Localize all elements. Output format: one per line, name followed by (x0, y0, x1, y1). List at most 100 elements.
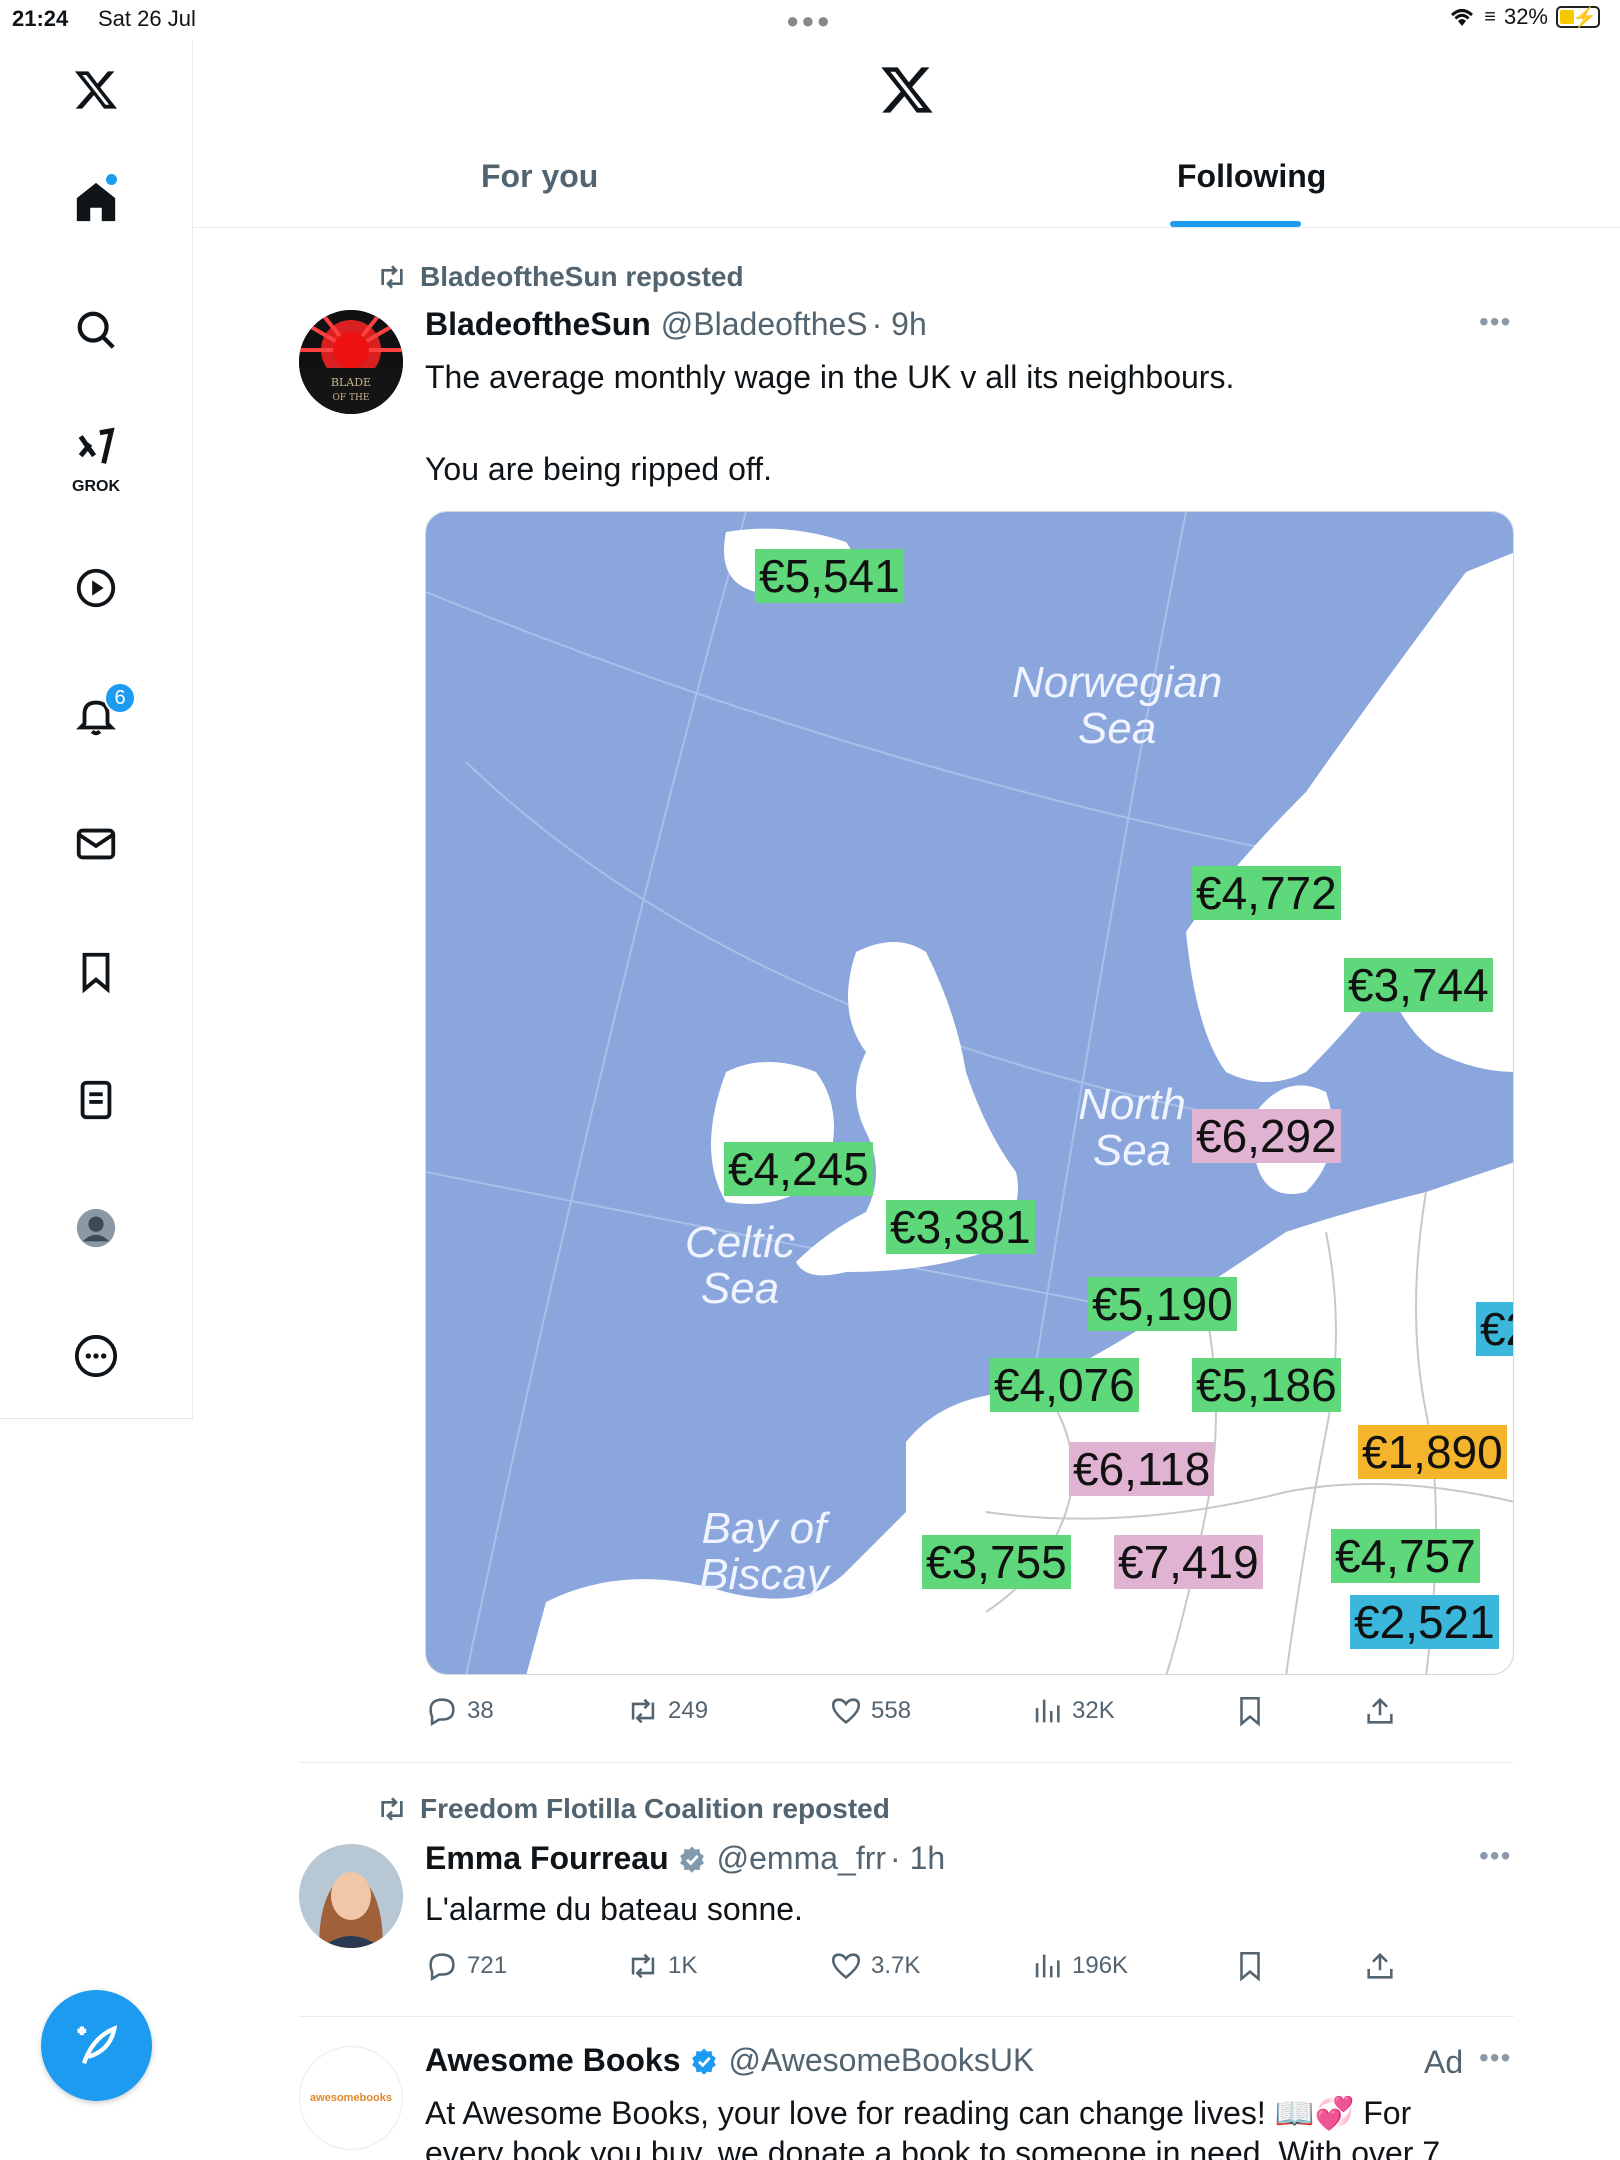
more-options-icon[interactable] (68, 1328, 124, 1384)
share-button[interactable] (1363, 1694, 1397, 1728)
wage-label-belgium: €4,076 (990, 1358, 1139, 1412)
tweet-header: Emma Fourreau @emma_frr · 1h (425, 1840, 945, 1877)
reply-icon (429, 1698, 455, 1727)
avatar[interactable] (299, 1844, 403, 1948)
views-button[interactable]: 196K (1030, 1949, 1128, 1983)
view-count: 196K (1072, 1952, 1129, 1979)
notification-badge: 6 (104, 682, 136, 714)
repost-count: 1K (668, 1952, 698, 1979)
tweet-map-image[interactable]: Norwegian Sea North Sea Celtic Sea Bay of Bi… (425, 511, 1514, 1675)
svg-text:OF THE: OF THE (333, 393, 370, 403)
repost-icon (381, 265, 403, 289)
status-bar: 21:24 Sat 26 Jul ●●● ≡ 32% ⚡ (0, 0, 1620, 40)
messages-envelope-icon[interactable] (68, 816, 124, 872)
active-tab-indicator (1170, 221, 1301, 227)
wifi-icon (1451, 9, 1474, 26)
bookmark-button[interactable] (1233, 1694, 1267, 1728)
verified-badge-icon (679, 1846, 704, 1873)
compose-feather-icon (77, 2024, 117, 2064)
repost-indicator[interactable]: BladeoftheSun reposted (376, 261, 744, 293)
multitasking-dots-icon[interactable]: ●●● (786, 8, 832, 34)
svg-text:BLADE: BLADE (331, 376, 371, 389)
battery-percent: 32% (1503, 4, 1548, 29)
post-time[interactable]: · 1h (890, 1840, 945, 1877)
author-name[interactable]: Emma Fourreau (425, 1840, 669, 1877)
wage-label-edge: €2 (1476, 1302, 1513, 1356)
author-handle[interactable]: @BladeoftheS (661, 306, 868, 343)
tweet-text-line2: every book you buy, we donate a book to … (425, 2135, 1441, 2160)
wage-label-ireland: €4,245 (724, 1142, 873, 1196)
author-name[interactable]: Awesome Books (425, 2042, 681, 2079)
bookmark-button[interactable] (1233, 1949, 1267, 1983)
wage-label-denmark: €6,292 (1192, 1109, 1341, 1163)
tab-for-you[interactable]: For you (481, 158, 598, 195)
wage-label-sweden: €3,744 (1344, 958, 1493, 1012)
repost-icon (631, 1953, 655, 1979)
tweet-text-line1: The average monthly wage in the UK v all… (425, 359, 1235, 395)
view-count: 32K (1072, 1697, 1115, 1724)
repost-by-label: Freedom Flotilla Coalition reposted (420, 1793, 890, 1824)
share-button[interactable] (1363, 1949, 1397, 1983)
search-icon[interactable] (68, 302, 124, 358)
author-handle[interactable]: @emma_frr (717, 1840, 886, 1877)
like-count: 558 (871, 1697, 912, 1724)
x-logo-icon[interactable] (68, 62, 124, 118)
share-icon (1367, 1697, 1393, 1724)
reply-icon (429, 1953, 455, 1982)
profile-avatar-icon[interactable] (68, 1200, 124, 1256)
repost-button[interactable]: 249 (626, 1694, 708, 1728)
compose-post-button[interactable] (41, 1990, 152, 2101)
sidebar-divider (0, 1418, 193, 1419)
avatar[interactable]: BLADE OF THE (299, 310, 403, 414)
wage-label-norway: €4,772 (1192, 866, 1341, 920)
reply-button[interactable]: 721 (425, 1949, 507, 1983)
reply-count: 38 (467, 1697, 494, 1724)
post-more-icon[interactable]: ••• (1479, 2042, 1511, 2074)
like-button[interactable]: 3.7K (829, 1949, 920, 1983)
bookmark-icon[interactable] (68, 944, 124, 1000)
wage-label-uk: €3,381 (886, 1200, 1035, 1254)
views-chart-icon (1035, 1954, 1060, 1978)
bookmark-icon (1240, 1951, 1260, 1982)
repost-count: 249 (668, 1697, 709, 1724)
heart-icon (831, 1953, 861, 1979)
lists-icon[interactable] (68, 1072, 124, 1128)
avatar[interactable]: awesomebooks (299, 2046, 403, 2150)
author-handle[interactable]: @AwesomeBooksUK (729, 2042, 1035, 2079)
repost-indicator[interactable]: Freedom Flotilla Coalition reposted (376, 1793, 890, 1825)
tweet-text-line2: You are being ripped off. (425, 451, 772, 487)
like-button[interactable]: 558 (829, 1694, 911, 1728)
post-more-icon[interactable]: ••• (1479, 1840, 1511, 1872)
wage-label-netherlands: €5,190 (1088, 1277, 1237, 1331)
repost-icon (381, 1797, 403, 1821)
author-name[interactable]: BladeoftheSun (425, 306, 651, 343)
grok-label: GROK (72, 478, 120, 495)
post-more-icon[interactable]: ••• (1479, 306, 1511, 338)
post-time[interactable]: · 9h (872, 306, 927, 343)
grok-icon[interactable] (68, 420, 124, 476)
home-unread-dot (106, 174, 117, 185)
views-button[interactable]: 32K (1030, 1694, 1115, 1728)
wage-label-austria: €4,757 (1331, 1529, 1480, 1583)
list-icon: ≡ (1484, 5, 1496, 28)
status-right: ≡ 32% ⚡ (1448, 4, 1600, 30)
heart-icon (831, 1698, 861, 1724)
ad-label: Ad (1424, 2044, 1464, 2080)
avatar-brand-text: awesomebooks (310, 2092, 392, 2104)
sea-label-norwegian: Norwegian Sea (1012, 658, 1223, 753)
bookmark-icon (1240, 1696, 1260, 1727)
share-icon (1367, 1952, 1393, 1979)
views-chart-icon (1035, 1699, 1060, 1723)
x-header-logo-icon[interactable] (879, 62, 935, 118)
timeline-header: For you Following (193, 40, 1620, 228)
battery-icon: ⚡ (1556, 6, 1600, 29)
tweet-header: Awesome Books @AwesomeBooksUK (425, 2042, 1034, 2079)
reply-button[interactable]: 38 (425, 1694, 494, 1728)
sea-label-celtic: Celtic Sea (684, 1218, 796, 1313)
video-play-icon[interactable] (68, 560, 124, 616)
like-count: 3.7K (871, 1952, 921, 1979)
repost-button[interactable]: 1K (626, 1949, 697, 1983)
wage-label-germany: €5,186 (1192, 1358, 1341, 1412)
tab-following[interactable]: Following (1177, 158, 1326, 195)
tweet-text-line1: L'alarme du bateau sonne. (425, 1891, 803, 1927)
